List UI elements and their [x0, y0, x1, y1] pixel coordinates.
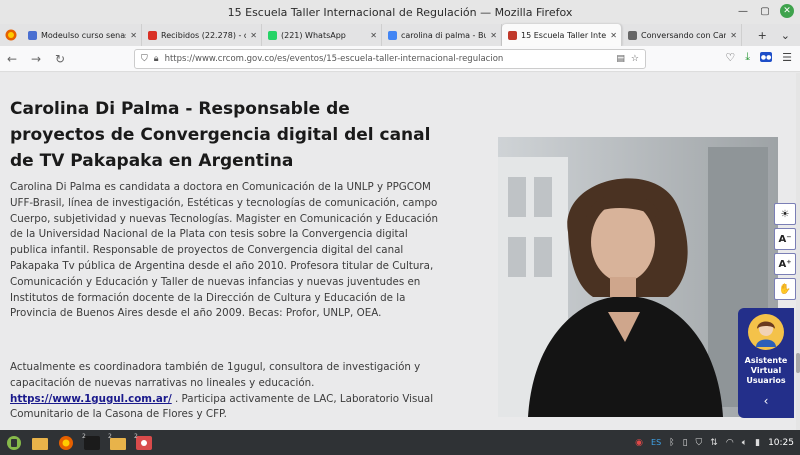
virtual-assistant-widget[interactable]: Asistente Virtual Usuarios ‹ — [738, 308, 794, 418]
window-titlebar: 15 Escuela Taller Internacional de Regul… — [0, 0, 800, 24]
volume-icon[interactable]: 🔈︎ — [742, 438, 747, 448]
forward-icon[interactable]: → — [24, 47, 48, 71]
restore-icon[interactable]: ▢ — [758, 4, 772, 18]
reader-view-icon[interactable]: ▤ — [616, 54, 625, 64]
firefox-taskbar-icon[interactable] — [54, 432, 78, 454]
wifi-icon[interactable]: ◠ — [726, 438, 734, 448]
1gugul-link[interactable]: https://www.1gugul.com.ar/ — [10, 393, 172, 405]
tab-label: Modeulso curso senasa 2 — [41, 30, 126, 40]
browser-tab[interactable]: Conversando con Carolin✕ — [622, 24, 742, 46]
page-content: Carolina Di Palma - Responsable de proye… — [0, 73, 800, 430]
tab-close-icon[interactable]: ✕ — [250, 31, 257, 40]
tab-label: 15 Escuela Taller Interna — [521, 30, 607, 40]
sign-language-icon[interactable]: ✋ — [774, 278, 796, 300]
speaker-photo — [498, 137, 778, 417]
shield-icon[interactable]: ⛉ — [141, 54, 148, 64]
tab-close-icon[interactable]: ✕ — [730, 31, 737, 40]
back-icon[interactable]: ← — [0, 47, 24, 71]
tab-label: carolina di palma - Busca — [401, 30, 486, 40]
font-increase-icon[interactable]: A⁺ — [774, 253, 796, 275]
record-icon[interactable]: ◉ — [635, 438, 643, 448]
pocket-icon[interactable]: ♡ — [725, 51, 735, 64]
tab-label: Conversando con Carolin — [641, 30, 727, 40]
accessibility-toolbar: ☀ A⁻ A⁺ ✋ — [774, 203, 796, 303]
clipboard-icon[interactable]: ▯ — [683, 438, 688, 448]
tab-label: Recibidos (22.278) - caro — [161, 30, 246, 40]
system-tray: ◉ ES ᛒ ▯ ⛉ ⇅ ◠ 🔈︎ ▮ 10:25 — [635, 430, 794, 455]
downloads-icon[interactable]: ⤓ — [745, 50, 750, 64]
contrast-icon[interactable]: ☀ — [774, 203, 796, 225]
font-decrease-icon[interactable]: A⁻ — [774, 228, 796, 250]
bio-paragraph-2: Actualmente es coordinadora también de 1… — [10, 361, 434, 421]
lock-icon[interactable]: 🔒︎ — [154, 54, 159, 64]
files-icon[interactable] — [28, 432, 52, 454]
menu-icon[interactable]: ☰ — [782, 51, 792, 64]
browser-tab[interactable]: 15 Escuela Taller Interna✕ — [502, 24, 622, 46]
tab-bar: Modeulso curso senasa 2✕Recibidos (22.27… — [0, 24, 800, 46]
clock[interactable]: 10:25 — [768, 438, 794, 448]
chevron-left-icon[interactable]: ‹ — [764, 394, 769, 408]
tab-label: (221) WhatsApp — [281, 30, 346, 40]
menu-launcher-icon[interactable] — [2, 432, 26, 454]
tab-close-icon[interactable]: ✕ — [490, 31, 497, 40]
tab-list-icon[interactable]: ⌄ — [781, 29, 790, 42]
doc-icon — [28, 30, 37, 40]
browser-tab[interactable]: (221) WhatsApp ✕ — [262, 24, 382, 46]
os-taskbar: 2 2 2 ◉ ES ᛒ ▯ ⛉ ⇅ ◠ 🔈︎ ▮ 10:25 — [0, 430, 800, 455]
new-tab-icon[interactable]: + — [758, 29, 767, 42]
battery-icon[interactable]: ▮ — [755, 438, 760, 448]
tab-close-icon[interactable]: ✕ — [610, 31, 617, 40]
firefox-view-icon[interactable] — [0, 24, 22, 46]
whatsapp-icon — [268, 30, 277, 40]
assistant-avatar — [748, 314, 784, 350]
close-icon[interactable]: ✕ — [780, 4, 794, 18]
tab-close-icon[interactable]: ✕ — [130, 31, 137, 40]
minimize-icon[interactable]: — — [736, 4, 750, 18]
update-shield-icon[interactable]: ⛉ — [696, 438, 703, 448]
browser-tab[interactable]: Modeulso curso senasa 2 ✕ — [22, 24, 142, 46]
terminal-icon[interactable]: 2 — [80, 432, 104, 454]
scrollbar-thumb[interactable] — [796, 353, 800, 373]
google-icon — [388, 30, 397, 40]
folder-icon[interactable]: 2 — [106, 432, 130, 454]
window-title: 15 Escuela Taller Internacional de Regul… — [227, 5, 573, 19]
screenshot-app-icon[interactable]: 2 — [132, 432, 156, 454]
network-icon[interactable]: ⇅ — [710, 438, 718, 448]
browser-tab[interactable]: carolina di palma - Busca ✕ — [382, 24, 502, 46]
url-bar[interactable]: ⛉ 🔒︎ https://www.crcom.gov.co/es/eventos… — [134, 49, 646, 69]
reload-icon[interactable]: ↻ — [48, 47, 72, 71]
bookmark-star-icon[interactable]: ☆ — [631, 54, 639, 64]
page-title: Carolina Di Palma - Responsable de proye… — [10, 99, 431, 171]
podcast-icon — [628, 30, 637, 40]
bio-paragraph: Carolina Di Palma es candidata a doctora… — [10, 181, 438, 320]
tab-close-icon[interactable]: ✕ — [370, 31, 377, 40]
browser-tab[interactable]: Recibidos (22.278) - caro ✕ — [142, 24, 262, 46]
gmail-icon — [148, 30, 157, 40]
extension-icon[interactable]: ●● — [760, 52, 773, 62]
url-text[interactable]: https://www.crcom.gov.co/es/eventos/15-e… — [165, 54, 611, 64]
bluetooth-icon[interactable]: ᛒ — [669, 438, 674, 448]
crc-icon — [508, 30, 517, 40]
keyboard-layout-indicator[interactable]: ES — [651, 438, 661, 447]
navigation-bar: ← → ↻ ⛉ 🔒︎ https://www.crcom.gov.co/es/e… — [0, 46, 800, 72]
window-controls: — ▢ ✕ — [736, 4, 794, 18]
page-scrollbar[interactable] — [796, 73, 800, 430]
assistant-label: Asistente Virtual Usuarios — [744, 356, 788, 385]
